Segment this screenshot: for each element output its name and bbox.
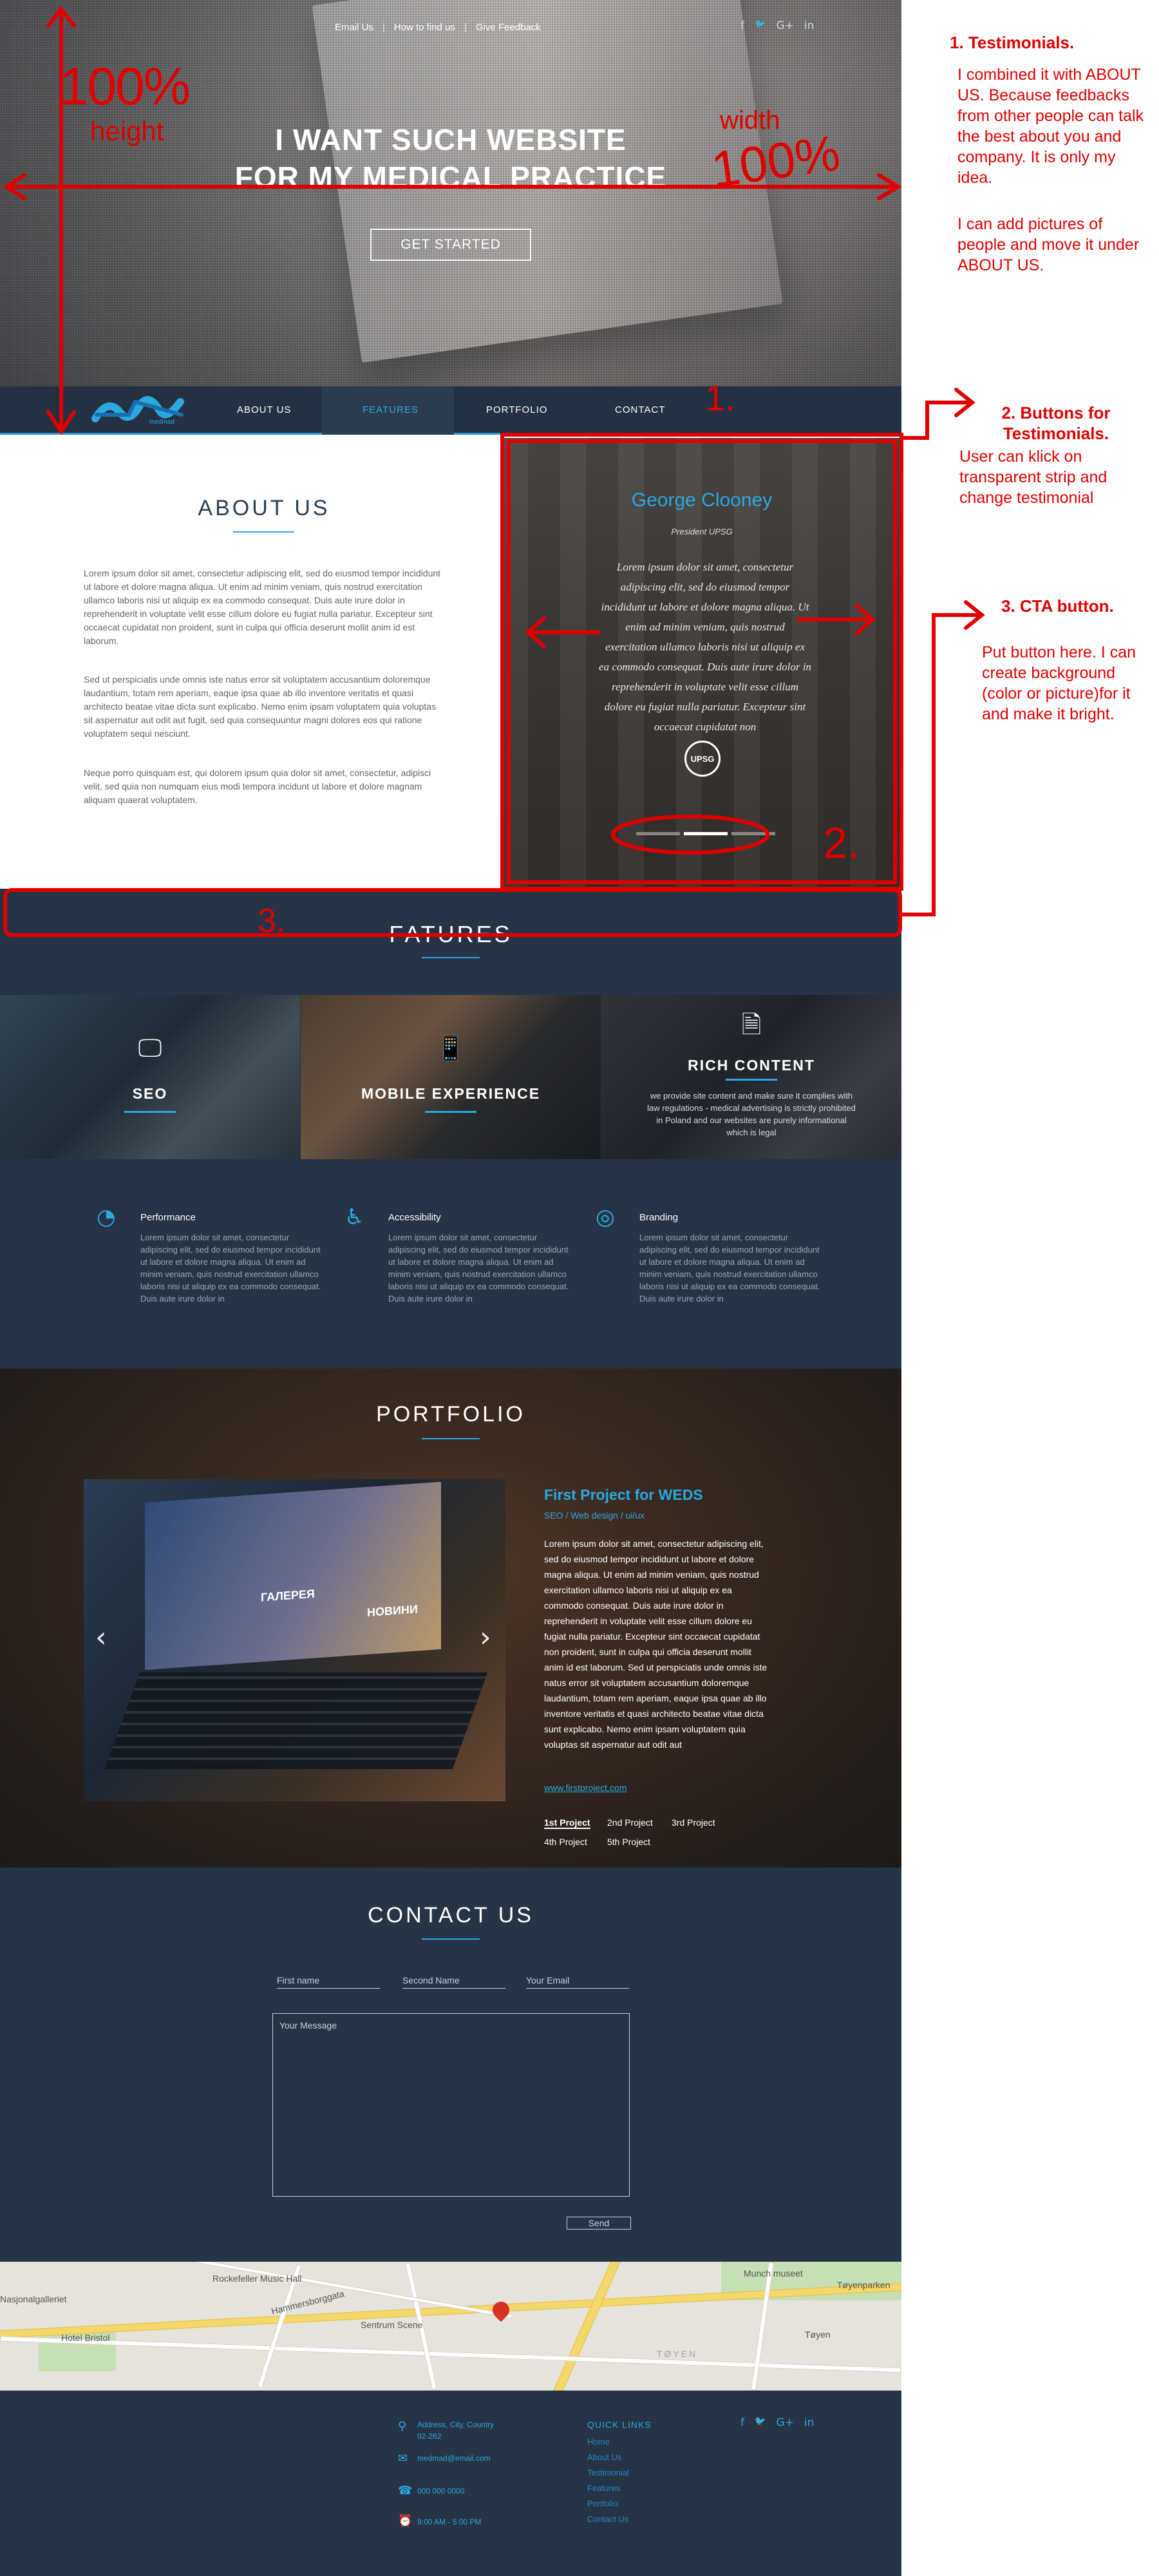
annotation-strokes (3, 6, 985, 937)
note-testimonial-buttons: 2. Buttons for Testimonials. User can kl… (959, 403, 1111, 507)
annotation-number-3: 3. (258, 902, 286, 940)
annotation-number-1: 1. (705, 377, 735, 418)
annotation-width-label: width (720, 106, 780, 135)
annotation-height-label: height (90, 116, 164, 146)
note-testimonials: 1. Testimonials. I combined it with ABOU… (950, 33, 1144, 274)
annotation-number-2: 2. (823, 819, 860, 867)
annotation-100-height: 100% (59, 57, 191, 116)
note-cta-button: 3. CTA button. Put button here. I can cr… (982, 596, 1136, 723)
